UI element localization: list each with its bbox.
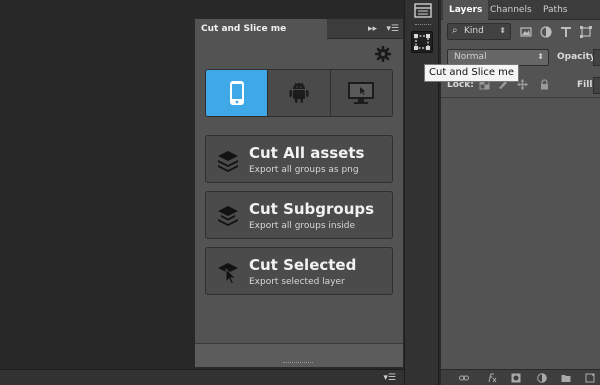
layers-tab-bar: Layers Channels Paths	[441, 0, 600, 20]
fill-input[interactable]	[593, 77, 600, 94]
chevron-updown-icon: ⬍	[499, 26, 506, 35]
cut-subgroups-button[interactable]: Cut Subgroups Export all groups inside	[205, 191, 393, 239]
cut-all-assets-title: Cut All assets	[249, 144, 365, 162]
panel-tab-cut-and-slice[interactable]: Cut and Slice me	[195, 19, 327, 39]
tab-channels[interactable]: Channels	[484, 0, 538, 20]
cut-subgroups-title: Cut Subgroups	[249, 200, 375, 218]
android-icon	[289, 82, 309, 103]
add-mask-icon[interactable]	[511, 373, 521, 383]
layer-style-fx-icon[interactable]	[487, 373, 497, 383]
panel-tab-bar: Cut and Slice me ▸▸ ▾☰	[195, 19, 403, 39]
blend-mode-value: Normal	[454, 52, 487, 62]
platform-android-button[interactable]	[268, 70, 331, 116]
cursor-select-icon	[218, 263, 238, 284]
panel-strip-icon[interactable]	[413, 2, 433, 20]
crop-slice-icon	[414, 34, 430, 50]
panel-dock	[404, 0, 439, 385]
tooltip: Cut and Slice me	[424, 64, 520, 82]
layer-filter-kind-select[interactable]: ⌕ Kind ⬍	[447, 23, 511, 40]
shape-layer-filter-icon[interactable]	[579, 25, 593, 39]
tab-paths[interactable]: Paths	[537, 0, 573, 20]
layers-footer-toolbar	[441, 369, 600, 385]
platform-desktop-button[interactable]	[331, 70, 392, 116]
platform-selector	[205, 69, 393, 117]
link-layers-icon[interactable]	[459, 373, 469, 383]
panel-footer	[195, 343, 403, 367]
panel-resize-grip[interactable]	[283, 362, 313, 365]
layer-filter-kind-value: Kind	[464, 26, 484, 36]
tab-layers[interactable]: Layers	[443, 0, 489, 20]
monitor-icon	[348, 82, 375, 104]
cut-selected-subtitle: Export selected layer	[249, 277, 345, 287]
cut-and-slice-dock-button[interactable]	[411, 31, 433, 53]
cut-all-assets-subtitle: Export all groups as png	[249, 165, 359, 175]
settings-gear-icon[interactable]	[375, 46, 391, 62]
chevron-updown-icon: ⬍	[537, 52, 544, 61]
cut-subgroups-subtitle: Export all groups inside	[249, 221, 356, 231]
cut-and-slice-panel: Cut and Slice me ▸▸ ▾☰ Cut All assets Ex…	[194, 18, 404, 368]
layers-stack-icon	[218, 151, 238, 172]
layers-panel: Layers Channels Paths ⌕ Kind ⬍ Normal ⬍ …	[440, 0, 600, 385]
collapse-panel-button[interactable]: ▸▸	[368, 19, 377, 39]
new-group-folder-icon[interactable]	[561, 373, 571, 383]
bottom-status-strip: ▾☰	[0, 369, 404, 385]
dock-grip[interactable]	[415, 24, 431, 25]
layers-subgroups-icon	[218, 206, 238, 226]
new-layer-icon[interactable]	[585, 373, 595, 383]
layers-options-divider	[441, 97, 600, 98]
cut-all-assets-button[interactable]: Cut All assets Export all groups as png	[205, 135, 393, 183]
cut-selected-title: Cut Selected	[249, 256, 357, 274]
new-adjustment-layer-icon[interactable]	[537, 373, 547, 383]
type-layer-filter-icon[interactable]	[559, 25, 573, 39]
cut-selected-button[interactable]: Cut Selected Export selected layer	[205, 247, 393, 295]
lock-all-icon[interactable]	[539, 79, 550, 90]
adjustment-layer-filter-icon[interactable]	[539, 25, 553, 39]
panel-menu-button[interactable]: ▾☰	[386, 19, 399, 39]
search-icon: ⌕	[452, 25, 458, 36]
pixel-layer-filter-icon[interactable]	[519, 25, 533, 39]
opacity-input[interactable]	[593, 49, 600, 66]
smartphone-icon	[229, 81, 244, 105]
platform-ios-button[interactable]	[206, 70, 269, 116]
bottom-panel-menu-button[interactable]: ▾☰	[383, 373, 396, 383]
